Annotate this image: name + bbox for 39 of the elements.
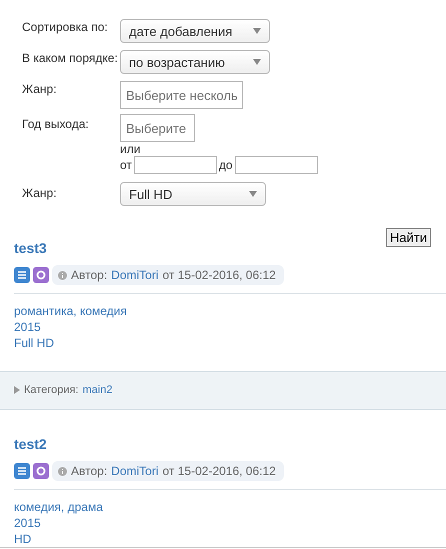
post-date: от 15-02-2016, 06:12 [162,464,276,478]
field-label: Жанр: [22,81,58,98]
or-text: или [120,142,140,156]
category-link[interactable]: main2 [82,384,112,396]
year-field[interactable]: Выберите [120,114,195,142]
info-icon [58,270,67,280]
genre-link[interactable]: романтика, комедия [14,303,127,319]
search-button[interactable]: Найти [386,228,431,247]
dropdown[interactable]: Full HD [120,182,266,206]
post-date: от 15-02-2016, 06:12 [162,268,276,282]
menu-icon[interactable] [14,267,30,283]
post-title[interactable]: test2 [14,436,446,452]
author-label: Автор: [71,464,108,478]
author-label: Автор: [71,268,108,282]
to-field[interactable] [234,156,318,174]
author-link[interactable]: DomiTori [111,464,159,478]
author-link[interactable]: DomiTori [111,268,159,282]
dropdown[interactable]: дате добавления [120,19,270,43]
from-label: от [120,158,132,172]
info-icon [58,466,67,476]
field-label: В каком порядке: [22,50,119,67]
quality-link[interactable]: Full HD [14,335,54,351]
year-link[interactable]: 2015 [14,319,41,335]
caret-icon [249,191,257,197]
to-label: до [218,158,233,172]
year-link[interactable]: 2015 [14,515,41,531]
field-label: Жанр: [22,185,58,202]
quality-link[interactable]: HD [14,531,32,547]
menu-icon[interactable] [14,463,30,479]
field-label: Сортировка по: [22,19,109,36]
triangle-icon [14,386,20,394]
dropdown[interactable]: по возрастанию [120,50,270,74]
caret-icon [253,59,261,65]
genre-field[interactable]: Выберите несколь [120,81,243,109]
caret-icon [253,28,261,34]
from-field[interactable] [134,156,217,174]
category-label: Категория: [24,384,78,396]
genre-link[interactable]: комедия, драма [14,499,103,515]
field-label: Год выхода: [22,116,90,133]
